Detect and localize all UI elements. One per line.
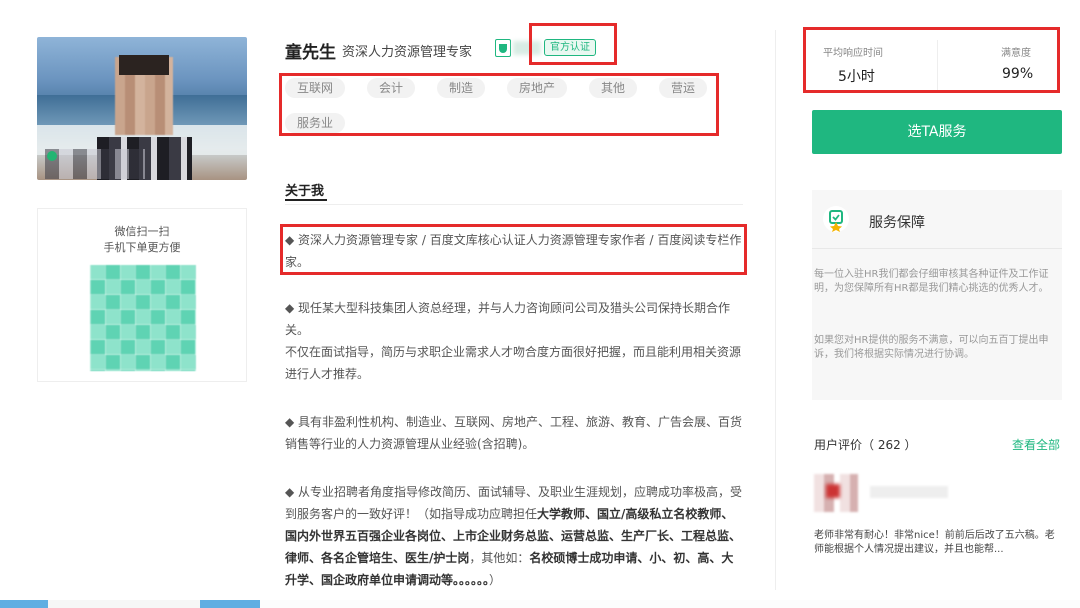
tag-item[interactable]: 房地产 <box>507 78 568 98</box>
response-time-label: 平均响应时间 <box>823 48 883 59</box>
about-paragraph-1: ◆ 资深人力资源管理专家 / 百度文库核心认证人力资源管理专家作者 / 百度阅读… <box>285 233 742 269</box>
profile-name: 童先生 <box>285 43 336 63</box>
about-underline <box>285 199 327 201</box>
bottom-strip <box>0 600 1080 608</box>
tag-item[interactable]: 营运 <box>659 78 708 98</box>
about-paragraph-2: ◆ 现任某大型科技集团人资总经理，并与人力咨询顾问公司及猎头公司保持长期合作关。 <box>285 301 731 337</box>
about-paragraph-2b: 不仅在面试指导，简历与求职企业需求人才吻合度方面很好把握，而且能利用相关资源进行… <box>285 345 742 381</box>
about-divider <box>285 204 743 205</box>
satisfaction-value: 99% <box>1002 66 1034 82</box>
guarantee-divider <box>812 248 1062 249</box>
guarantee-title: 服务保障 <box>869 215 925 231</box>
official-cert-badge: 官方认证 <box>544 39 596 56</box>
reviewer-avatar <box>814 474 858 512</box>
column-divider <box>775 30 776 590</box>
qr-card: 微信扫一扫 手机下单更方便 <box>37 208 247 382</box>
about-paragraph-3: ◆ 具有非盈利性机构、制造业、互联网、房地产、工程、旅游、教育、广告会展、百货销… <box>285 415 743 451</box>
guarantee-ribbon-icon <box>823 206 849 232</box>
tag-item[interactable]: 其他 <box>589 78 638 98</box>
review-text: 老师非常有耐心！非常nice！前前后后改了五六稿。老师能根据个人情况提出建议，并… <box>814 530 1055 555</box>
tag-item[interactable]: 互联网 <box>285 78 346 98</box>
reviews-heading: 用户评价（ 262 ） <box>814 438 917 452</box>
profile-title: 资深人力资源管理专家 <box>342 45 473 60</box>
tag-item[interactable]: 会计 <box>367 78 416 98</box>
about-heading: 关于我 <box>285 184 325 199</box>
select-service-button[interactable]: 选TA服务 <box>812 110 1062 154</box>
guarantee-text-2: 如果您对HR提供的服务不满意，可以向五百丁提出申诉，我们将根据实际情况进行协调。 <box>814 335 1049 360</box>
qr-caption-1: 微信扫一扫 <box>114 225 170 238</box>
response-time-value: 5小时 <box>838 69 875 85</box>
about-paragraph-4: ◆ 从专业招聘者角度指导修改简历、面试辅导、及职业生涯规划，应聘成功率极高，受到… <box>285 485 743 587</box>
qr-code-image <box>90 265 196 371</box>
view-all-reviews-link[interactable]: 查看全部 <box>1012 436 1060 453</box>
tag-item[interactable]: 服务业 <box>285 113 346 133</box>
blurred-label <box>513 41 541 55</box>
satisfaction-label: 满意度 <box>1001 48 1031 59</box>
stat-separator <box>937 40 938 90</box>
highlight-box-tags <box>279 73 719 136</box>
profile-photo <box>37 37 247 180</box>
verified-shield-icon <box>495 39 511 57</box>
reviewer-name <box>870 486 948 498</box>
qr-caption-2: 手机下单更方便 <box>103 241 181 254</box>
location-icon <box>47 151 57 161</box>
tag-item[interactable]: 制造 <box>437 78 486 98</box>
guarantee-text-1: 每一位入驻HR我们都会仔细审核其各种证件及工作证明，为您保障所有HR都是我们精心… <box>814 269 1049 294</box>
